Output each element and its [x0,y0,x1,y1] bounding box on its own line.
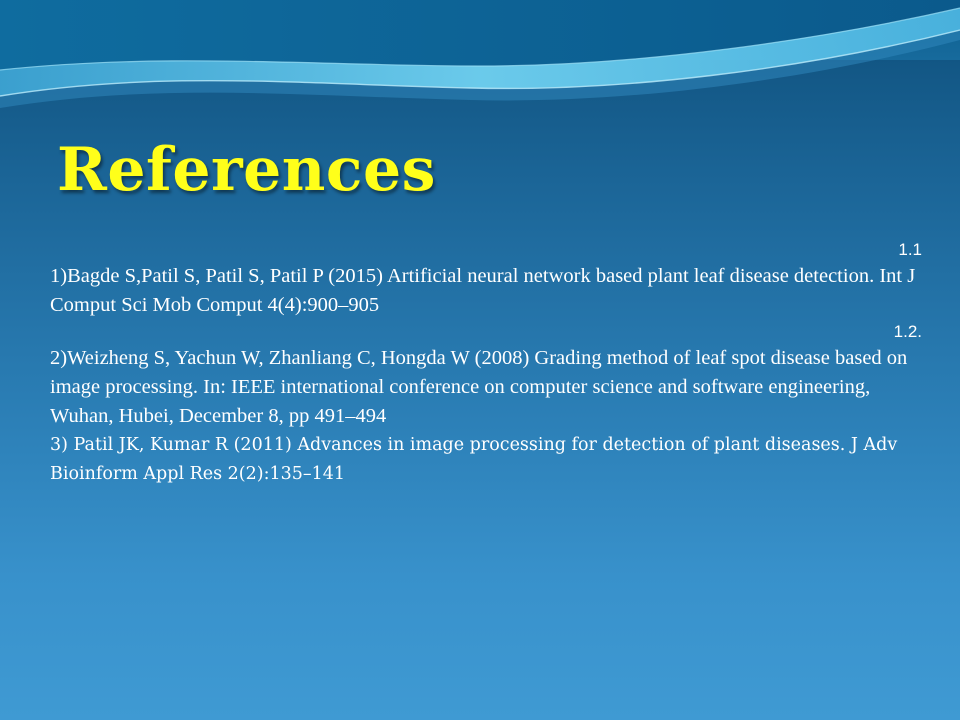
reference-1: 1)Bagde S,Patil S, Patil S, Patil P (201… [50,265,916,316]
reference-number-2: 1.2. [893,322,922,341]
references-list: 1.1 1)Bagde S,Patil S, Patil S, Patil P … [50,238,930,489]
decorative-wave-header [0,0,960,108]
reference-2: 2)Weizheng S, Yachun W, Zhanliang C, Hon… [50,347,908,427]
reference-3: 3) Patil JK, Kumar R (2011) Advances in … [50,435,898,484]
slide: References 1.1 1)Bagde S,Patil S, Patil … [0,0,960,720]
reference-number-1: 1.1 [898,240,922,259]
slide-title: References [57,135,436,205]
